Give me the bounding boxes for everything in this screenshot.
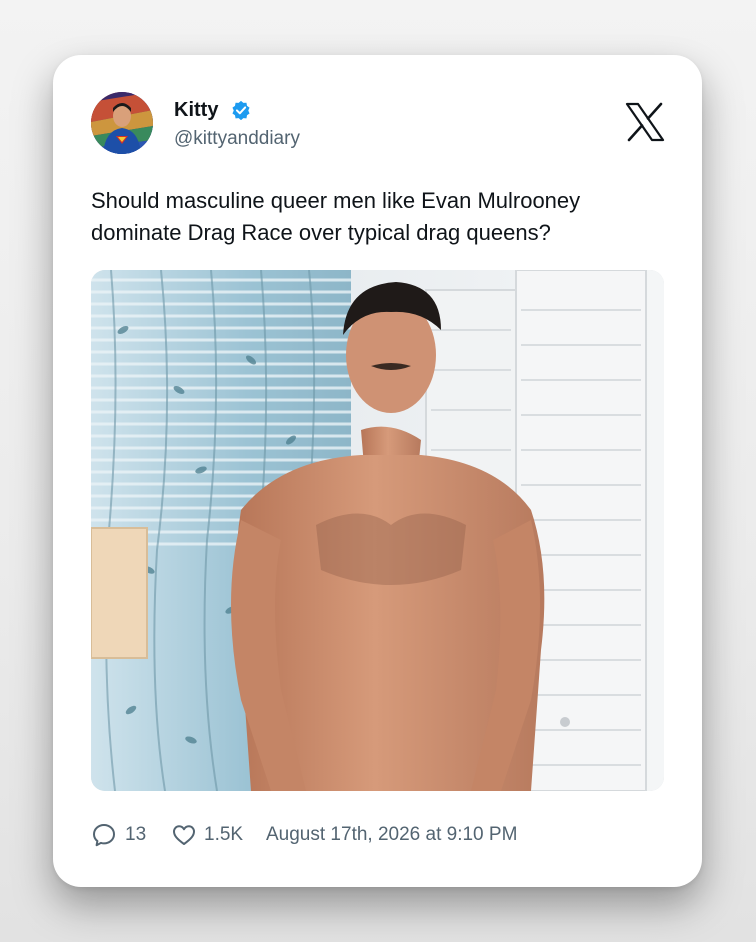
heart-icon[interactable] bbox=[171, 822, 197, 848]
tweet-card: Kitty @kittyanddiary Should masculine qu… bbox=[53, 55, 702, 887]
avatar-image bbox=[91, 92, 153, 154]
comment-icon[interactable] bbox=[91, 822, 117, 848]
tweet-actions: 13 1.5K August 17th, 2026 at 9:10 PM bbox=[91, 820, 671, 850]
like-count: 1.5K bbox=[204, 824, 244, 845]
tweet-timestamp[interactable]: August 17th, 2026 at 9:10 PM bbox=[266, 824, 517, 846]
avatar[interactable] bbox=[91, 92, 153, 154]
tweet-text: Should masculine queer men like Evan Mul… bbox=[91, 188, 581, 245]
x-logo-icon[interactable] bbox=[625, 102, 665, 142]
photo-illustration bbox=[91, 270, 664, 791]
verified-badge-icon bbox=[232, 100, 250, 120]
reply-count: 13 bbox=[125, 824, 147, 845]
tweet-photo[interactable] bbox=[91, 270, 664, 791]
author-name[interactable]: Kitty bbox=[174, 99, 218, 122]
author-handle[interactable]: @kittyanddiary bbox=[174, 128, 300, 150]
